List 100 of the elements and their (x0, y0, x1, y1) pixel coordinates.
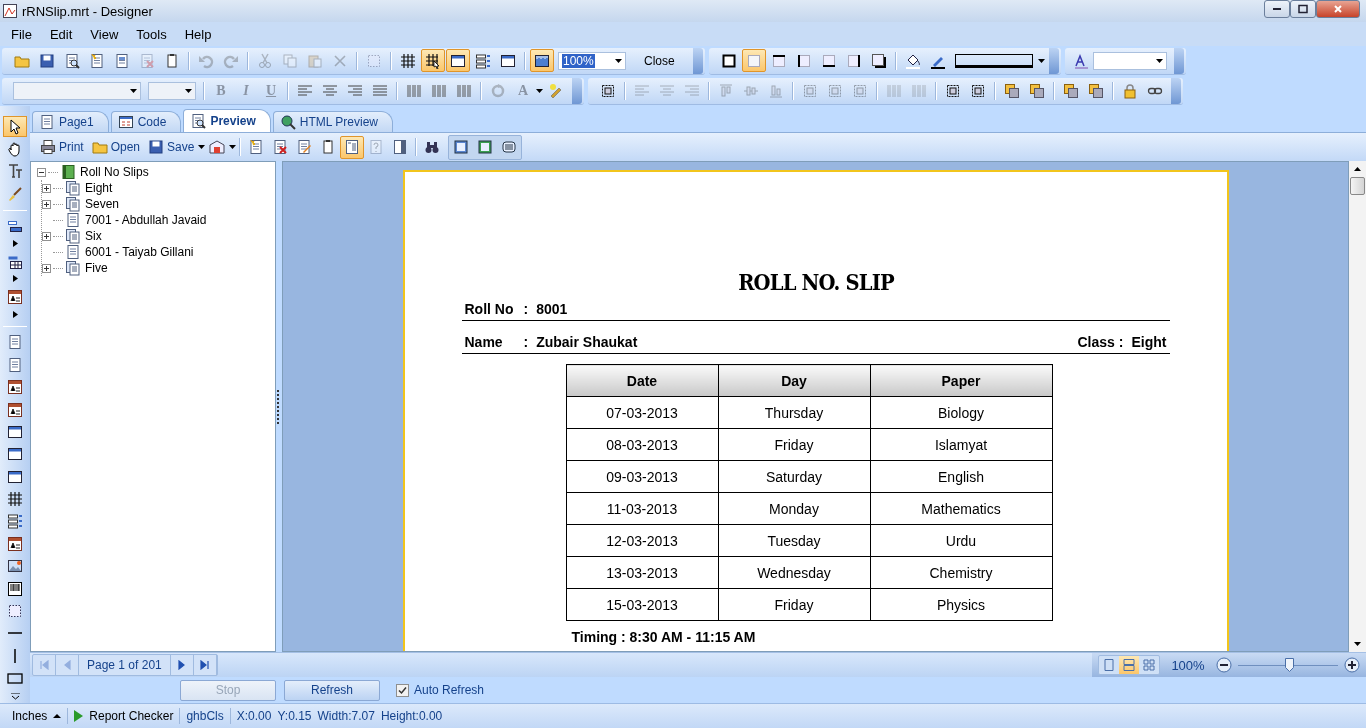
table-cell: 13-03-2013 (566, 556, 718, 589)
units-dropdown[interactable]: Inches (12, 709, 48, 723)
component-name: ghbCls (186, 709, 224, 723)
tab[interactable]: Code (110, 111, 182, 132)
expand-icon[interactable] (42, 263, 51, 273)
column-header: Date (566, 364, 718, 397)
refresh-button[interactable]: Refresh (284, 679, 380, 701)
caret-icon[interactable] (53, 713, 62, 719)
minimize-icon (1273, 8, 1281, 10)
position-readout: Width:7.07 (317, 709, 375, 723)
zoom-level: 100% (1170, 657, 1206, 673)
scrollbar-thumb[interactable] (1350, 177, 1365, 195)
globe-magnifier-icon (279, 114, 296, 130)
toolbar-button[interactable]: Open (87, 136, 145, 158)
caret-icon[interactable] (536, 88, 543, 93)
tab[interactable]: HTML Preview (272, 111, 393, 132)
two-pages-icon[interactable] (1119, 656, 1139, 674)
app-icon (2, 3, 18, 19)
window-title: rRNSlip.mrt - Designer (22, 3, 154, 19)
caret-icon[interactable] (1037, 58, 1045, 63)
tree-item[interactable]: Roll No Slips (78, 165, 151, 179)
table-cell: Mathematics (870, 492, 1052, 525)
caret-icon[interactable] (615, 58, 622, 63)
tree-item[interactable]: 6001 - Taiyab Gillani (83, 245, 196, 259)
pages-icon (65, 228, 81, 244)
tab[interactable]: Preview (183, 109, 271, 132)
field-label: Roll No (464, 301, 515, 317)
code-window-icon (117, 114, 134, 130)
caret-icon[interactable] (229, 145, 237, 149)
caret-icon[interactable] (130, 88, 137, 93)
table-cell: Friday (718, 588, 870, 621)
column-header: Paper (870, 364, 1052, 397)
table-cell: 07-03-2013 (566, 396, 718, 429)
collapse-icon[interactable] (37, 167, 46, 177)
timing-text: Timing : 8:30 AM - 11:15 AM (571, 629, 757, 645)
tree-item[interactable]: Seven (83, 197, 122, 211)
printer-icon (40, 139, 56, 155)
expand-icon[interactable] (42, 199, 51, 209)
close-icon (1331, 3, 1345, 15)
field-label: Name (464, 334, 504, 350)
caret-icon[interactable] (12, 239, 18, 247)
pointer-icon[interactable] (3, 116, 27, 138)
table-cell: Islamyat (870, 428, 1052, 461)
menu-item[interactable]: Help (175, 23, 221, 45)
menu-item[interactable]: File (2, 23, 41, 45)
maximize-icon (1296, 3, 1310, 15)
table-cell: 08-03-2013 (566, 428, 718, 461)
maximize-button[interactable] (1290, 0, 1316, 18)
table-cell: 12-03-2013 (566, 524, 718, 557)
page-indicator: Page 1 of 201 (79, 655, 171, 675)
toolbar-button[interactable]: Save (144, 136, 199, 158)
window-icon[interactable] (446, 49, 470, 72)
caret-icon[interactable] (12, 275, 18, 283)
menu-item[interactable]: Tools (127, 23, 176, 45)
font-style-icon (1072, 52, 1089, 69)
report-checker-button[interactable]: Report Checker (89, 709, 174, 723)
report-title: ROLL NO. SLIP (736, 268, 895, 295)
caret-icon[interactable] (12, 310, 18, 318)
caret-icon[interactable] (185, 88, 192, 93)
expand-icon[interactable] (42, 183, 51, 193)
zoom-in-icon[interactable] (1344, 657, 1360, 673)
position-readout: Y:0.15 (277, 709, 312, 723)
zoom-out-icon[interactable] (1216, 657, 1232, 673)
minimize-button[interactable] (1264, 0, 1290, 18)
field-value: 8001 (536, 301, 568, 317)
page-icon (39, 114, 55, 130)
chevron-icon[interactable] (10, 692, 20, 700)
close-button[interactable] (1316, 0, 1360, 18)
ruler-icon[interactable] (530, 49, 554, 72)
tab[interactable]: Page1 (32, 111, 109, 132)
menu-item[interactable]: View (81, 23, 128, 45)
tree-item[interactable]: Six (83, 229, 104, 243)
zoom-field[interactable]: 100% (558, 51, 626, 70)
position-readout: Height:0.00 (380, 709, 443, 723)
tree-item[interactable]: Eight (83, 181, 115, 195)
checkbox-label: Auto Refresh (414, 683, 485, 697)
caret-icon[interactable] (1155, 58, 1163, 63)
colon: : (523, 334, 529, 350)
toolbar-button[interactable]: Print (36, 136, 88, 158)
book-icon (60, 164, 76, 180)
menu-item[interactable]: Edit (40, 23, 82, 45)
close-button[interactable]: Close (630, 49, 689, 72)
grid-cursor-icon[interactable] (421, 49, 445, 72)
pages-icon (65, 260, 81, 276)
folder-icon (91, 139, 108, 155)
table-cell: Thursday (718, 396, 870, 429)
table-cell: Biology (870, 396, 1052, 429)
table-cell: Monday (718, 492, 870, 525)
line-style-dropdown[interactable] (954, 53, 1033, 68)
table-cell: Saturday (718, 460, 870, 493)
expand-icon[interactable] (42, 231, 51, 241)
zoom-slider-thumb[interactable] (1285, 657, 1294, 672)
tree-item[interactable]: 7001 - Abdullah Javaid (83, 213, 209, 227)
table-cell: Chemistry (870, 556, 1052, 589)
tree-item[interactable]: Five (83, 261, 110, 275)
outline-page-icon[interactable] (340, 135, 365, 159)
checkbox[interactable] (396, 683, 409, 697)
colon: : (1118, 334, 1124, 350)
caret-icon[interactable] (198, 145, 206, 149)
play-icon[interactable] (74, 710, 84, 722)
